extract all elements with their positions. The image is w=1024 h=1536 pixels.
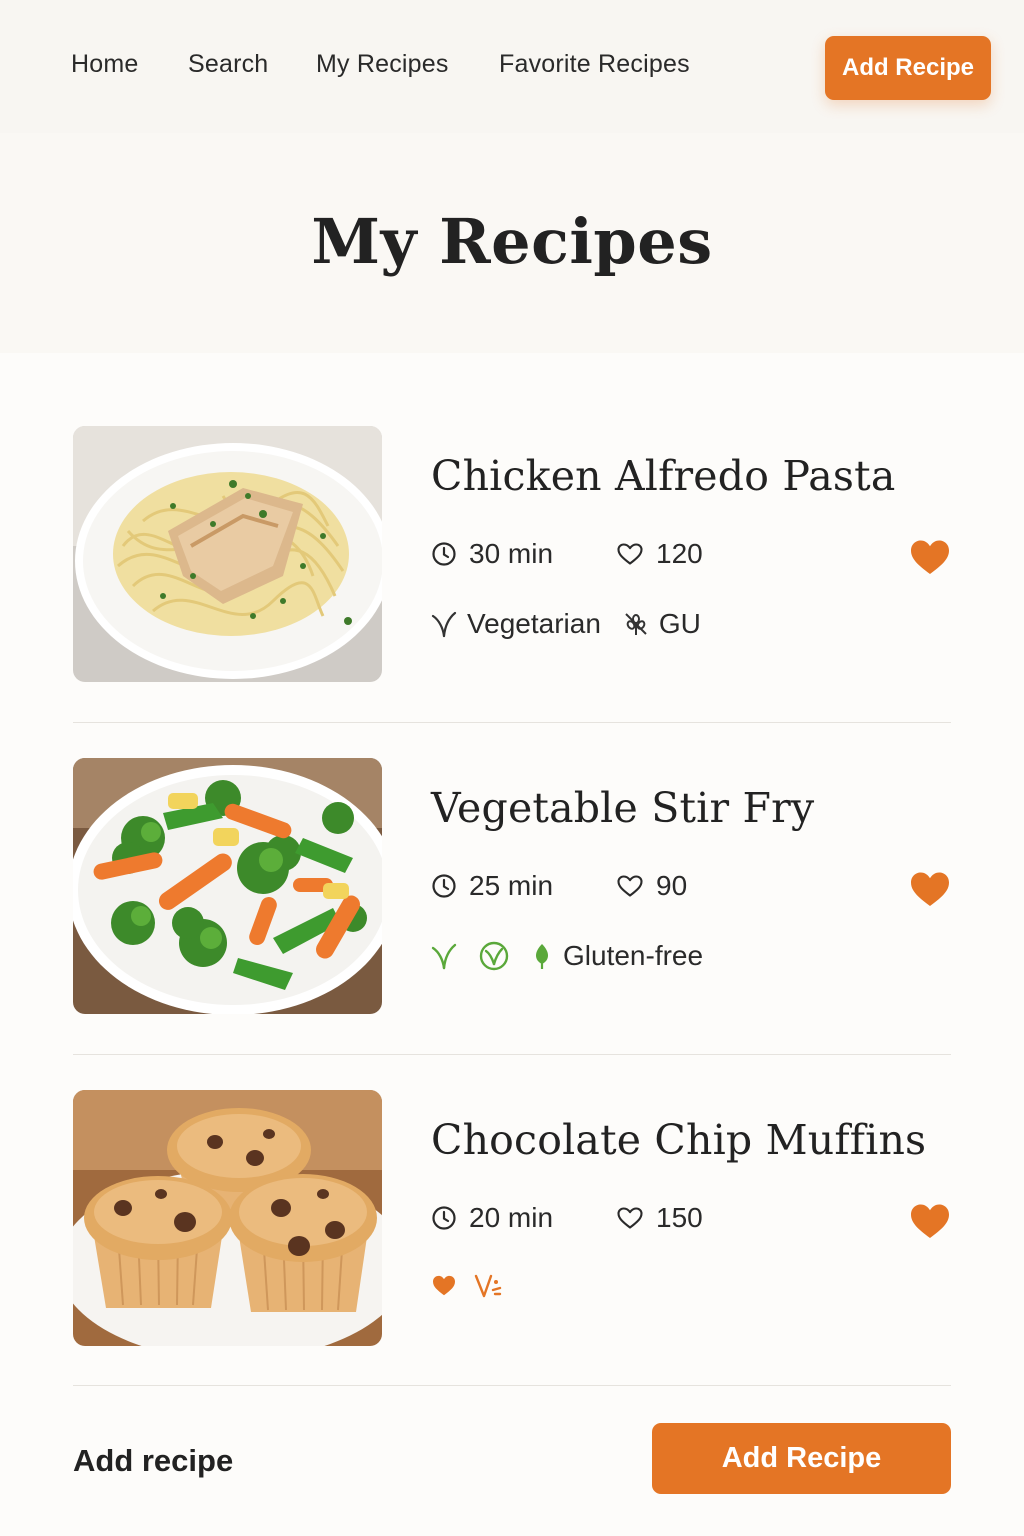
recipe-card[interactable]: Chicken Alfredo Pasta 30 min 120 Vegetar…	[73, 426, 951, 682]
recipe-title[interactable]: Chocolate Chip Muffins	[431, 1116, 926, 1164]
favorite-heart-icon[interactable]	[909, 1203, 951, 1246]
nav-search-link[interactable]: Search	[188, 50, 268, 79]
recipe-likes: 150	[616, 1202, 703, 1234]
nav-add-recipe-button[interactable]: Add Recipe	[825, 36, 991, 100]
sprout-icon	[431, 942, 457, 970]
recipe-title[interactable]: Vegetable Stir Fry	[431, 784, 814, 832]
clock-icon	[431, 1205, 457, 1231]
recipe-tags: Vegetarian GU	[431, 608, 701, 640]
recipe-card[interactable]: Chocolate Chip Muffins 20 min 150	[73, 1090, 951, 1346]
recipe-image-muffins[interactable]	[73, 1090, 382, 1346]
recipe-likes: 120	[616, 538, 703, 570]
recipe-likes-count: 150	[656, 1202, 703, 1233]
nav-my-recipes-link[interactable]: My Recipes	[316, 50, 449, 79]
recipe-title[interactable]: Chicken Alfredo Pasta	[431, 452, 895, 500]
recipe-time-label: 25 min	[469, 870, 554, 901]
recipe-likes-count: 90	[656, 870, 688, 901]
divider	[73, 1385, 951, 1386]
vegan-badge-icon	[479, 941, 509, 971]
recipe-time: 30 min	[431, 538, 553, 570]
nav-home-link[interactable]: Home	[71, 50, 139, 79]
heart-outline-icon	[616, 1206, 644, 1230]
recipe-card[interactable]: Vegetable Stir Fry 25 min 90 Gluten-free	[73, 758, 951, 1014]
recipe-time: 20 min	[431, 1202, 553, 1234]
recipe-time-label: 20 min	[469, 1202, 554, 1233]
recipe-image-stir-fry[interactable]	[73, 758, 382, 1014]
vegan-mark-icon	[473, 1272, 503, 1300]
recipe-image-pasta[interactable]	[73, 426, 382, 682]
footer-add-recipe-label: Add recipe	[73, 1443, 234, 1478]
clock-icon	[431, 873, 457, 899]
page-title: My Recipes	[311, 205, 713, 278]
recipe-tags: Gluten-free	[431, 940, 703, 972]
leaf-icon	[531, 942, 553, 970]
gluten-icon	[623, 611, 649, 637]
footer-add-recipe-button[interactable]: Add Recipe	[652, 1423, 951, 1494]
recipe-tags	[431, 1272, 513, 1300]
recipe-likes-count: 120	[656, 538, 703, 569]
recipe-time: 25 min	[431, 870, 553, 902]
recipe-likes: 90	[616, 870, 687, 902]
clock-icon	[431, 541, 457, 567]
tag-label: GU	[658, 608, 701, 639]
tag-label: Gluten-free	[563, 940, 704, 971]
favorite-heart-icon[interactable]	[909, 871, 951, 914]
heart-icon	[431, 1275, 457, 1297]
heart-outline-icon	[616, 874, 644, 898]
heart-outline-icon	[616, 542, 644, 566]
favorite-heart-icon[interactable]	[909, 539, 951, 582]
leaf-icon	[431, 610, 457, 638]
divider	[73, 722, 951, 723]
nav-favorite-recipes-link[interactable]: Favorite Recipes	[499, 50, 690, 79]
divider	[73, 1054, 951, 1055]
tag-label: Vegetarian	[467, 608, 601, 639]
recipe-time-label: 30 min	[469, 538, 554, 569]
